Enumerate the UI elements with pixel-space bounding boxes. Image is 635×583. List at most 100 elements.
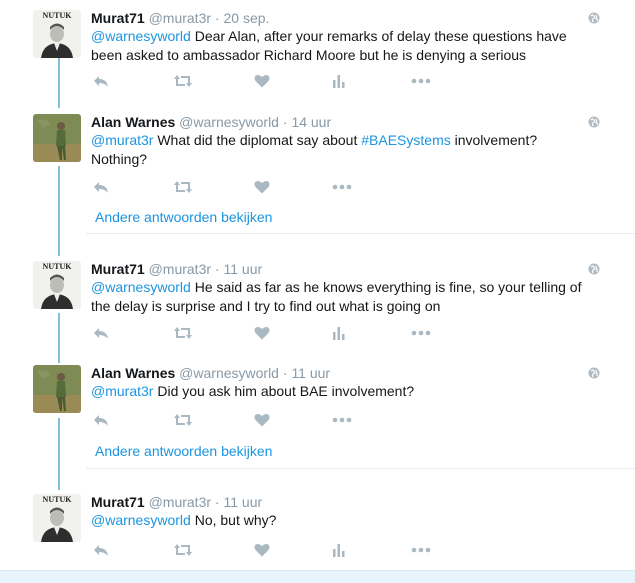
- avatar-portrait-image: NUTUK: [33, 10, 81, 58]
- avatar-portrait-image: NUTUK: [33, 261, 81, 309]
- reply-icon: [94, 328, 108, 339]
- like-button[interactable]: [252, 411, 272, 429]
- tweet-timestamp[interactable]: 11 uur: [223, 261, 262, 277]
- tweet-timestamp[interactable]: 20 sep.: [223, 10, 269, 26]
- mention-link[interactable]: @warnesyworld: [91, 28, 191, 44]
- retweet-button[interactable]: [173, 72, 193, 90]
- avatar[interactable]: [33, 365, 81, 413]
- svg-text:NUTUK: NUTUK: [43, 11, 73, 20]
- user-handle[interactable]: @warnesyworld: [179, 365, 279, 381]
- retweet-button[interactable]: [173, 541, 193, 559]
- divider: [86, 233, 635, 234]
- reply-button[interactable]: [91, 72, 111, 90]
- tweet-timestamp[interactable]: 14 uur: [291, 114, 331, 130]
- retweet-icon: [174, 544, 192, 556]
- tweet-text-content: No, but why?: [190, 512, 277, 528]
- avatar-photo-image: [33, 114, 81, 162]
- more-dots-icon: [332, 417, 352, 423]
- user-handle[interactable]: @murat3r: [149, 10, 211, 26]
- tweet-header: Alan Warnes @warnesyworld · 11 uur: [91, 365, 330, 381]
- tweet[interactable]: NUTUK Murat71 @murat3r · 11 uur @warnesy…: [0, 261, 635, 351]
- tweet[interactable]: NUTUK Murat71 @murat3r · 11 uur @warnesy…: [0, 494, 635, 570]
- user-name[interactable]: Alan Warnes: [91, 114, 175, 130]
- avatar[interactable]: [33, 114, 81, 162]
- mention-link[interactable]: @murat3r: [91, 383, 153, 399]
- retweet-button[interactable]: [173, 411, 193, 429]
- reply-button[interactable]: [91, 178, 111, 196]
- user-name[interactable]: Murat71: [91, 494, 145, 510]
- reply-button[interactable]: [91, 411, 111, 429]
- avatar[interactable]: NUTUK: [33, 261, 81, 309]
- reply-icon: [94, 545, 108, 556]
- separator-dot: ·: [282, 114, 288, 130]
- view-other-replies-link[interactable]: Andere antwoorden bekijken: [95, 209, 272, 225]
- user-name[interactable]: Murat71: [91, 261, 145, 277]
- like-button[interactable]: [252, 178, 272, 196]
- more-button[interactable]: [411, 72, 431, 90]
- bar-chart-icon: [333, 327, 345, 340]
- tweet[interactable]: Alan Warnes @warnesyworld · 11 uur @mura…: [0, 365, 635, 471]
- reply-icon: [94, 76, 108, 87]
- retweet-button[interactable]: [173, 178, 193, 196]
- view-other-replies-link[interactable]: Andere antwoorden bekijken: [95, 443, 272, 459]
- more-button[interactable]: [332, 411, 352, 429]
- tweet-timestamp[interactable]: 11 uur: [223, 494, 262, 510]
- like-button[interactable]: [252, 72, 272, 90]
- svg-text:NUTUK: NUTUK: [43, 495, 73, 504]
- retweet-icon: [174, 327, 192, 339]
- more-button[interactable]: [332, 178, 352, 196]
- mention-link[interactable]: @murat3r: [91, 132, 153, 148]
- avatar-photo-image: [33, 365, 81, 413]
- mention-link[interactable]: @warnesyworld: [91, 279, 191, 295]
- separator-dot: ·: [214, 261, 220, 277]
- mention-link[interactable]: @warnesyworld: [91, 512, 191, 528]
- tweet-text-content: Did you ask him about BAE involvement?: [153, 383, 415, 399]
- tweet-text-content: What did the diplomat say about: [153, 132, 362, 148]
- tweet[interactable]: Alan Warnes @warnesyworld · 14 uur @mura…: [0, 114, 635, 238]
- tweet[interactable]: NUTUK Murat71 @murat3r · 20 sep. @warnes…: [0, 10, 635, 100]
- tweet-timestamp[interactable]: 11 uur: [291, 365, 330, 381]
- avatar[interactable]: NUTUK: [33, 10, 81, 58]
- avatar[interactable]: NUTUK: [33, 494, 81, 542]
- reply-button[interactable]: [91, 324, 111, 342]
- analytics-button[interactable]: [329, 72, 349, 90]
- retweet-icon: [174, 414, 192, 426]
- heart-icon: [254, 74, 270, 88]
- tweet-text: @murat3r What did the diplomat say about…: [91, 131, 586, 168]
- user-handle[interactable]: @murat3r: [149, 494, 211, 510]
- more-button[interactable]: [411, 541, 431, 559]
- avatar-portrait-image: NUTUK: [33, 494, 81, 542]
- like-button[interactable]: [252, 324, 272, 342]
- hashtag-link[interactable]: #BAESystems: [361, 132, 450, 148]
- globe-icon: [588, 116, 600, 128]
- svg-text:NUTUK: NUTUK: [43, 262, 73, 271]
- tweet-text: @warnesyworld No, but why?: [91, 511, 586, 530]
- heart-icon: [254, 180, 270, 194]
- user-name[interactable]: Murat71: [91, 10, 145, 26]
- tweet-text: @warnesyworld He said as far as he knows…: [91, 278, 586, 315]
- retweet-icon: [174, 181, 192, 193]
- like-button[interactable]: [252, 541, 272, 559]
- reply-icon: [94, 415, 108, 426]
- more-dots-icon: [411, 547, 431, 553]
- user-handle[interactable]: @murat3r: [149, 261, 211, 277]
- retweet-icon: [174, 75, 192, 87]
- user-name[interactable]: Alan Warnes: [91, 365, 175, 381]
- analytics-button[interactable]: [329, 324, 349, 342]
- more-dots-icon: [411, 330, 431, 336]
- bar-chart-icon: [333, 75, 345, 88]
- analytics-button[interactable]: [329, 541, 349, 559]
- divider: [86, 468, 635, 469]
- tweet-header: Alan Warnes @warnesyworld · 14 uur: [91, 114, 331, 130]
- globe-icon: [588, 367, 600, 379]
- separator-dot: ·: [214, 10, 220, 26]
- heart-icon: [254, 326, 270, 340]
- more-button[interactable]: [411, 324, 431, 342]
- tweet-text: @murat3r Did you ask him about BAE invol…: [91, 382, 586, 401]
- reply-button[interactable]: [91, 541, 111, 559]
- retweet-button[interactable]: [173, 324, 193, 342]
- reply-icon: [94, 182, 108, 193]
- globe-icon: [588, 12, 600, 24]
- user-handle[interactable]: @warnesyworld: [179, 114, 279, 130]
- tweet-header: Murat71 @murat3r · 20 sep.: [91, 10, 269, 26]
